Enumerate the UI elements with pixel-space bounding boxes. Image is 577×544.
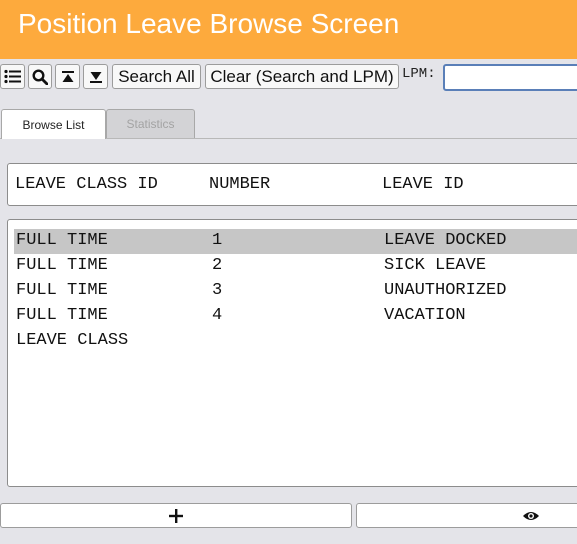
results-list: FULL TIME 1 LEAVE DOCKED FULL TIME 2 SIC… (7, 219, 577, 487)
eye-icon (523, 511, 539, 520)
cell-leave-class-id: FULL TIME (16, 256, 108, 275)
cell-number: 1 (212, 231, 223, 250)
list-row[interactable]: LEAVE CLASS (14, 329, 577, 354)
lpm-label: LPM: (402, 66, 436, 82)
search-all-button[interactable]: Search All (112, 64, 201, 89)
column-header-number[interactable]: NUMBER (209, 175, 270, 194)
last-record-button[interactable] (83, 64, 108, 89)
title-bar: Position Leave Browse Screen (0, 0, 577, 59)
plus-icon (169, 508, 183, 523)
clear-search-lpm-button[interactable]: Clear (Search and LPM) (205, 64, 399, 89)
list-row[interactable]: FULL TIME 3 UNAUTHORIZED (14, 279, 577, 304)
search-button[interactable] (28, 64, 52, 89)
first-record-icon (61, 70, 74, 82)
list-view-button[interactable] (0, 64, 25, 89)
cell-leave-id: UNAUTHORIZED (384, 281, 507, 300)
tab-browse-list[interactable]: Browse List (1, 109, 106, 139)
window-title: Position Leave Browse Screen (18, 8, 400, 39)
cell-leave-id: LEAVE DOCKED (384, 231, 507, 250)
list-row[interactable]: FULL TIME 1 LEAVE DOCKED (14, 229, 577, 254)
cell-leave-class-id: FULL TIME (16, 231, 108, 250)
cell-number: 4 (212, 306, 223, 325)
cell-leave-id: VACATION (384, 306, 466, 325)
column-header-leave-class-id[interactable]: LEAVE CLASS ID (15, 175, 158, 194)
cell-number: 2 (212, 256, 223, 275)
view-button[interactable] (356, 503, 577, 528)
first-record-button[interactable] (55, 64, 80, 89)
add-button[interactable] (0, 503, 352, 528)
tab-statistics[interactable]: Statistics (106, 109, 195, 138)
list-row[interactable]: FULL TIME 4 VACATION (14, 304, 577, 329)
column-header-leave-id[interactable]: LEAVE ID (382, 175, 464, 194)
column-header-bar: LEAVE CLASS ID NUMBER LEAVE ID (7, 163, 577, 206)
list-row[interactable]: FULL TIME 2 SICK LEAVE (14, 254, 577, 279)
cell-leave-class-id: LEAVE CLASS (16, 331, 129, 350)
list-icon (4, 69, 21, 84)
lpm-input[interactable] (443, 64, 577, 91)
cell-leave-class-id: FULL TIME (16, 281, 108, 300)
cell-leave-id: SICK LEAVE (384, 256, 487, 275)
last-record-icon (89, 71, 102, 83)
search-icon (32, 68, 48, 85)
cell-leave-class-id: FULL TIME (16, 306, 108, 325)
cell-number: 3 (212, 281, 223, 300)
